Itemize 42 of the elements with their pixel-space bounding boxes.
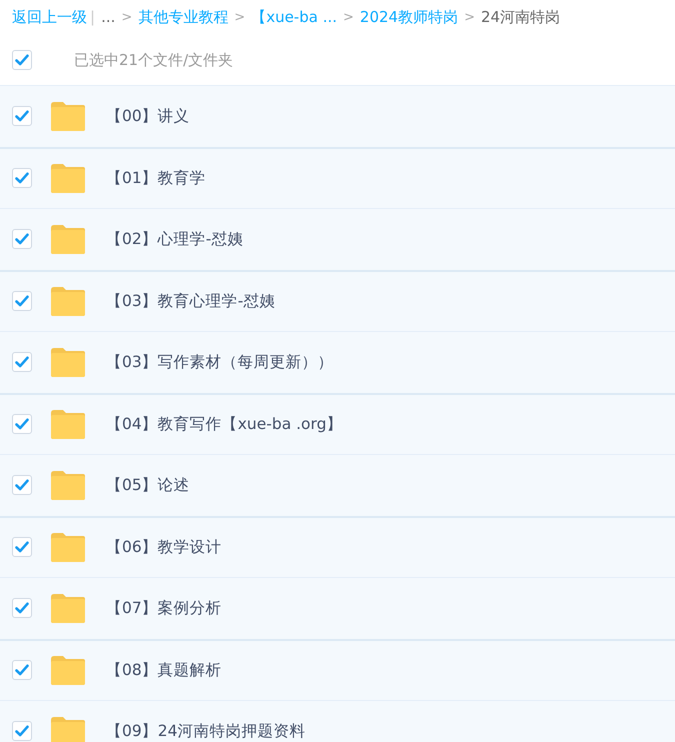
checkbox[interactable]: [12, 537, 32, 558]
selection-count: 已选中21个文件/文件夹: [74, 50, 234, 71]
breadcrumb-divider: |: [90, 7, 96, 28]
folder-name[interactable]: 【05】论述: [106, 474, 190, 497]
checkbox[interactable]: [12, 168, 32, 188]
breadcrumb-separator: >: [464, 8, 475, 27]
breadcrumb-separator: >: [343, 8, 354, 27]
folder-name[interactable]: 【03】写作素材（每周更新））: [106, 350, 334, 374]
folder-icon: [50, 656, 86, 685]
folder-icon: [50, 348, 86, 377]
folder-icon: [50, 470, 86, 500]
folder-icon: [50, 594, 86, 623]
checkbox[interactable]: [12, 660, 32, 680]
checkbox[interactable]: [12, 106, 32, 126]
folder-name[interactable]: 【06】教学设计: [106, 536, 222, 559]
folder-name[interactable]: 【01】教育学: [106, 166, 206, 190]
breadcrumb-ellipsis: ...: [101, 7, 116, 28]
folder-name[interactable]: 【08】真题解析: [106, 658, 222, 682]
checkbox[interactable]: [12, 229, 32, 250]
folder-icon: [50, 164, 86, 193]
folder-icon: [50, 410, 86, 439]
checkbox[interactable]: [12, 598, 32, 618]
checkbox[interactable]: [12, 291, 32, 312]
folder-name[interactable]: 【00】讲义: [106, 104, 190, 128]
folder-name[interactable]: 【02】心理学-怼姨: [106, 228, 244, 251]
checkbox[interactable]: [12, 352, 32, 372]
breadcrumb-current: 24河南特岗: [481, 7, 560, 28]
folder-icon: [50, 224, 86, 254]
checkbox[interactable]: [12, 721, 32, 742]
folder-icon: [50, 716, 86, 742]
checkbox[interactable]: [12, 414, 32, 434]
folder-icon: [50, 102, 86, 131]
folder-name[interactable]: 【07】案例分析: [106, 596, 222, 620]
breadcrumb-separator: >: [121, 8, 132, 27]
folder-icon: [50, 286, 86, 316]
folder-icon: [50, 532, 86, 562]
checkbox[interactable]: [12, 50, 32, 70]
checkbox[interactable]: [12, 475, 32, 496]
folder-name[interactable]: 【04】教育写作【xue-ba .org】: [106, 412, 342, 436]
breadcrumb-separator: >: [234, 8, 246, 27]
folder-name[interactable]: 【09】24河南特岗押题资料: [106, 720, 306, 742]
folder-name[interactable]: 【03】教育心理学-怼姨: [106, 290, 276, 313]
